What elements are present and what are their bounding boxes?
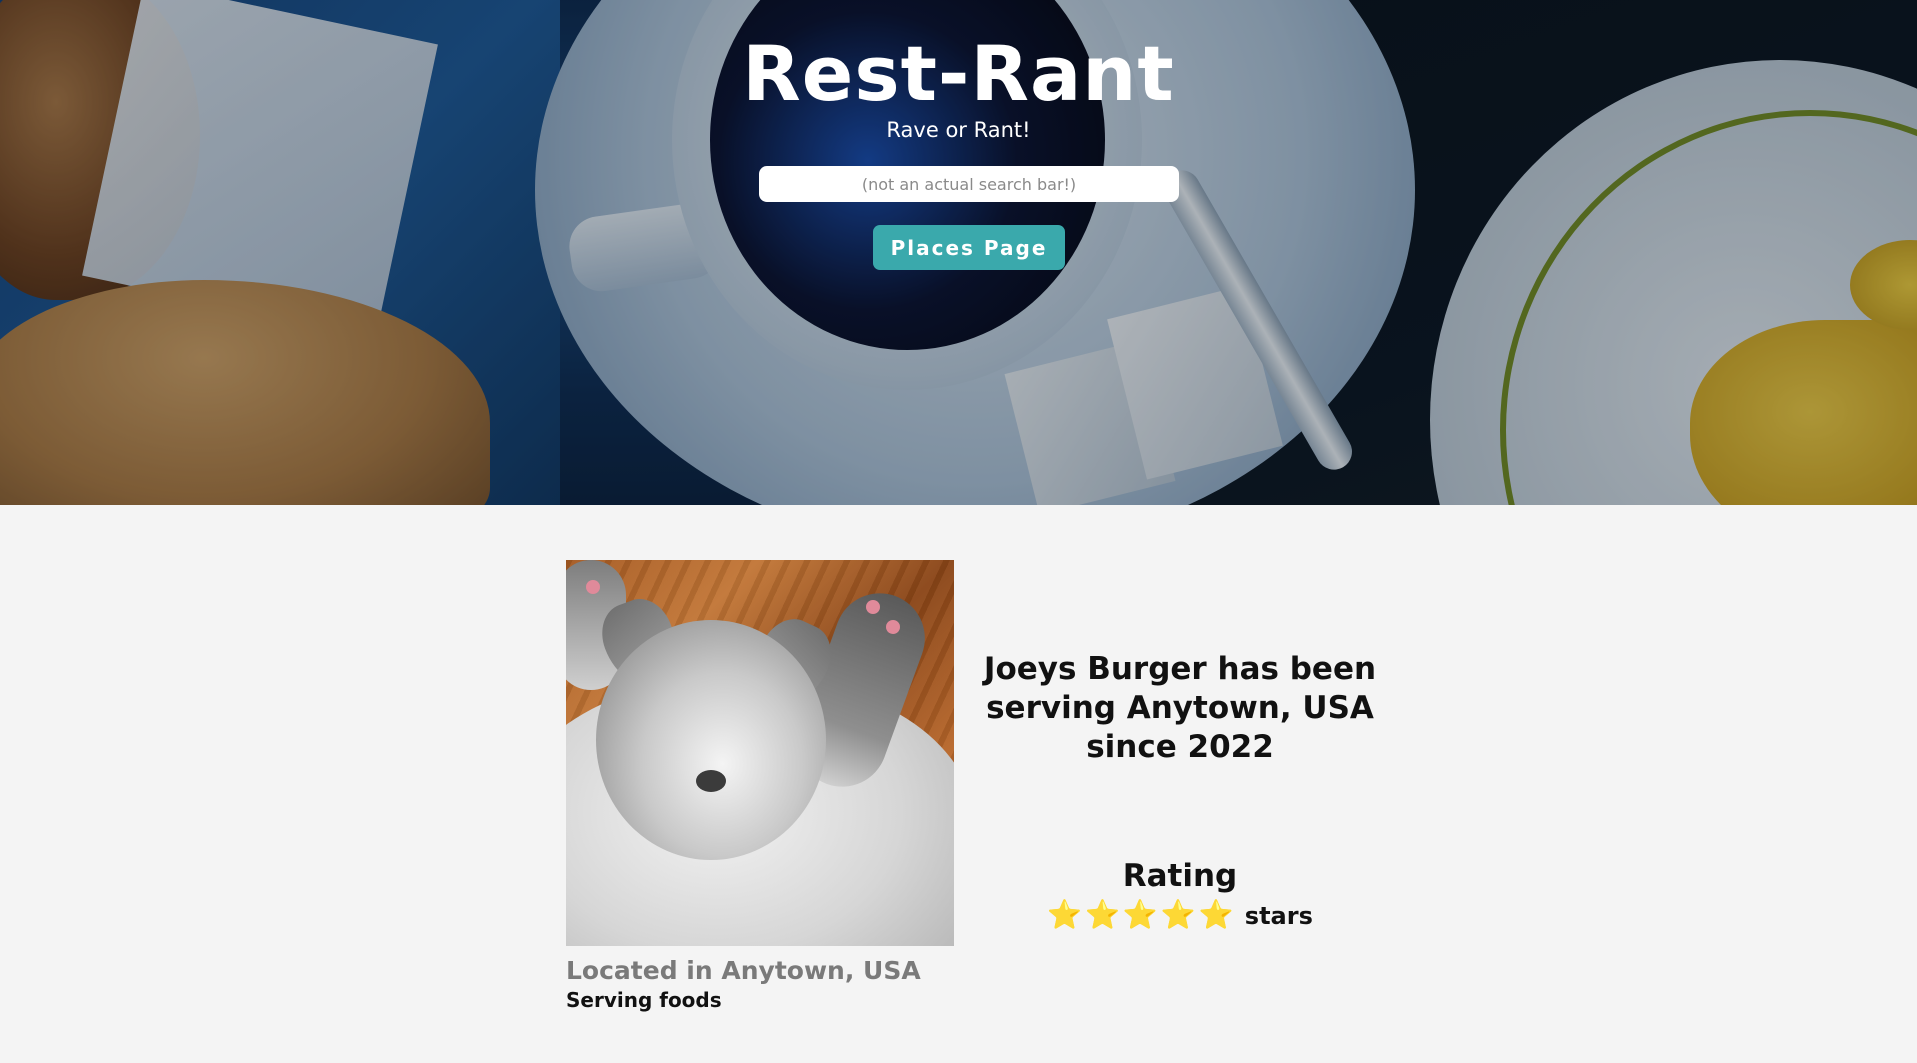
rating-suffix: stars bbox=[1244, 902, 1313, 930]
rating-heading: Rating bbox=[1122, 858, 1238, 894]
hero-content: Rest-Rant Rave or Rant! Places Page bbox=[0, 0, 1917, 505]
star-icon: ⭐⭐⭐⭐⭐ bbox=[1047, 897, 1237, 931]
site-title: Rest-Rant bbox=[742, 29, 1175, 118]
place-cuisines: Serving foods bbox=[566, 988, 722, 1012]
tagline: Rave or Rant! bbox=[886, 118, 1031, 142]
hero-banner: Rest-Rant Rave or Rant! Places Page bbox=[0, 0, 1917, 505]
place-location: Located in Anytown, USA bbox=[566, 956, 921, 985]
place-photo bbox=[566, 560, 954, 946]
search-input[interactable] bbox=[759, 166, 1179, 202]
place-description: Joeys Burger has been serving Anytown, U… bbox=[983, 651, 1377, 765]
rating-value: ⭐⭐⭐⭐⭐ stars bbox=[960, 897, 1400, 931]
places-page-button[interactable]: Places Page bbox=[873, 225, 1065, 270]
